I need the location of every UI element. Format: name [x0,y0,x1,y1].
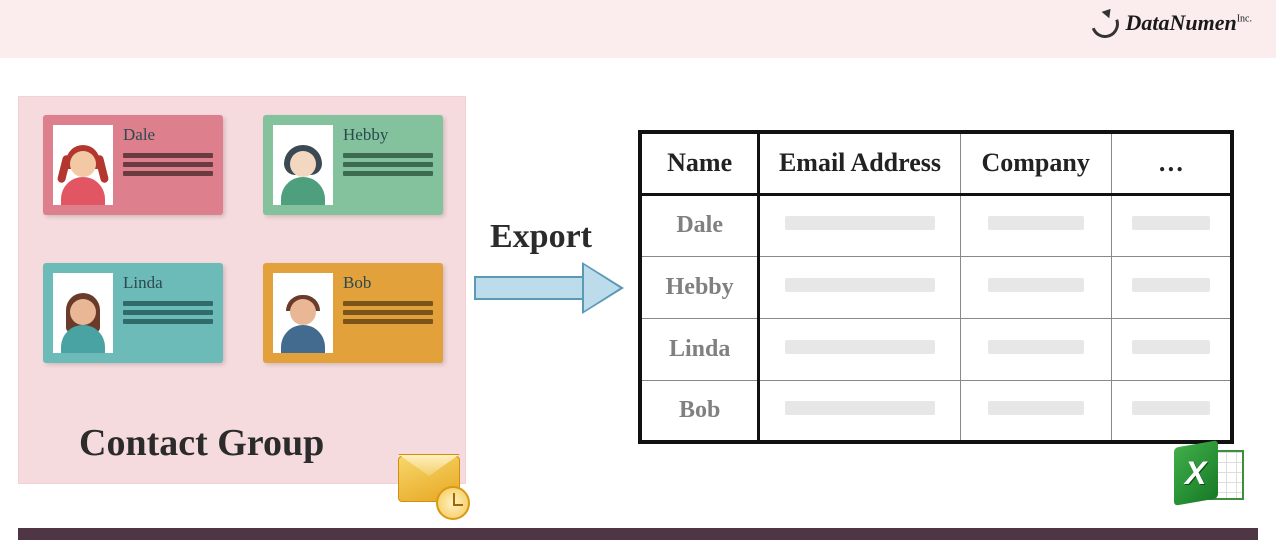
row-more [1111,256,1232,318]
placeholder-line [123,310,213,315]
avatar-portrait [273,125,333,205]
table-row: Linda [640,318,1232,380]
placeholder-bar [785,401,935,415]
contact-name: Dale [123,125,213,145]
avatar-portrait [273,273,333,353]
brand-swoosh-icon [1089,8,1119,38]
outlook-icon [394,450,472,522]
contact-name: Bob [343,273,433,293]
placeholder-bar [785,278,935,292]
row-email [759,194,960,256]
bottom-divider [18,528,1258,540]
contact-card-bob: Bob [263,263,443,363]
row-company [960,318,1111,380]
brand-logo: DataNumenInc. [1089,8,1252,38]
table-row: Hebby [640,256,1232,318]
contact-name: Linda [123,273,213,293]
brand-name: DataNumenInc. [1125,10,1252,36]
placeholder-bar [988,278,1084,292]
export-arrow-icon [474,262,624,314]
row-name: Bob [640,380,759,442]
top-banner [0,0,1276,58]
avatar-icon [276,285,330,353]
placeholder-bar [785,216,935,230]
table-header-row: Name Email Address Company … [640,132,1232,194]
contact-card-text: Linda [119,263,223,363]
contact-card-linda: Linda [43,263,223,363]
contact-card-hebby: Hebby [263,115,443,215]
placeholder-line [343,301,433,306]
table-row: Dale [640,194,1232,256]
excel-x-letter: X [1185,455,1206,492]
row-name: Dale [640,194,759,256]
placeholder-bar [1132,278,1210,292]
placeholder-bar [1132,401,1210,415]
header-name: Name [640,132,759,194]
placeholder-bar [1132,340,1210,354]
avatar-icon [276,137,330,205]
contact-card-dale: Dale [43,115,223,215]
export-table: Name Email Address Company … Dale Hebby … [638,130,1234,444]
row-company [960,256,1111,318]
contact-group-title: Contact Group [79,421,324,465]
placeholder-bar [988,340,1084,354]
row-company [960,194,1111,256]
avatar-portrait [53,125,113,205]
avatar-portrait [53,273,113,353]
row-more [1111,380,1232,442]
placeholder-bar [785,340,935,354]
export-label: Export [490,218,592,256]
placeholder-line [343,319,433,324]
header-more: … [1111,132,1232,194]
contact-card-text: Hebby [339,115,443,215]
avatar-icon [56,137,110,205]
contact-card-text: Dale [119,115,223,215]
placeholder-line [343,153,433,158]
placeholder-line [123,171,213,176]
placeholder-line [343,162,433,167]
brand-suffix: Inc. [1237,14,1252,25]
brand-name-text: DataNumen [1125,10,1236,35]
placeholder-line [343,171,433,176]
contact-group-panel: Dale Hebby Linda [18,96,466,484]
placeholder-line [123,162,213,167]
header-email: Email Address [759,132,960,194]
placeholder-bar [988,216,1084,230]
row-company [960,380,1111,442]
table-row: Bob [640,380,1232,442]
row-more [1111,318,1232,380]
placeholder-bar [1132,216,1210,230]
placeholder-line [343,310,433,315]
row-email [759,256,960,318]
excel-icon: X [1174,444,1244,510]
placeholder-line [123,153,213,158]
row-more [1111,194,1232,256]
row-email [759,318,960,380]
placeholder-line [123,301,213,306]
header-company: Company [960,132,1111,194]
contact-card-text: Bob [339,263,443,363]
placeholder-bar [988,401,1084,415]
row-name: Hebby [640,256,759,318]
avatar-icon [56,285,110,353]
row-email [759,380,960,442]
placeholder-line [123,319,213,324]
contact-name: Hebby [343,125,433,145]
row-name: Linda [640,318,759,380]
